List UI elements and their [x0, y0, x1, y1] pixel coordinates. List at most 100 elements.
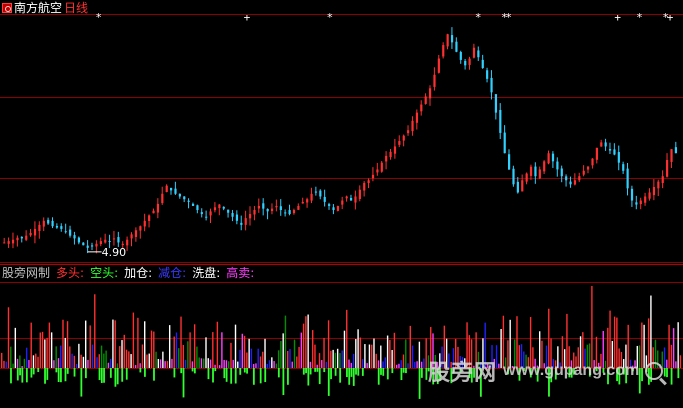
indicator-bar [663, 347, 666, 368]
indicator-bar [234, 324, 237, 368]
signal-star: + [667, 11, 674, 24]
indicator-bar-negative [420, 368, 423, 378]
indicator-bar-negative [386, 368, 389, 380]
indicator-bar-negative [418, 368, 421, 399]
indicator-bar [348, 359, 350, 368]
indicator-bar-negative [116, 368, 119, 385]
candle-body [11, 239, 15, 244]
candle-body [521, 180, 524, 192]
candle-body [99, 241, 102, 245]
indicator-legend: 股旁网制 多头: 空头: 加仓: 减仓: 洗盘: 高卖: [2, 266, 260, 280]
candle-body [600, 142, 603, 147]
candle-body [165, 185, 168, 192]
indicator-bar [248, 338, 250, 368]
candle-body [104, 239, 107, 243]
signal-star: * [327, 11, 334, 24]
indicator-bar [280, 341, 282, 368]
candle-body [161, 193, 164, 204]
candle-body [565, 176, 568, 181]
indicator-bar-negative [666, 368, 668, 378]
indicator-bar [69, 346, 71, 368]
indicator-bar [221, 332, 223, 368]
candle-body [130, 234, 133, 239]
candle-body [42, 220, 45, 227]
candle-body [569, 181, 572, 185]
indicator-bar [39, 332, 41, 368]
indicator-bar-negative [307, 368, 310, 386]
candle-body [503, 132, 506, 154]
indicator-bar-negative [66, 368, 69, 374]
stock-chart[interactable]: *+****+**+*** 4.90 [0, 0, 683, 408]
candle-body [90, 245, 94, 247]
indicator-bar [128, 351, 130, 368]
indicator-bar [391, 350, 393, 368]
candle-body [551, 153, 555, 162]
candle-body [319, 190, 322, 197]
app-logo-icon[interactable] [2, 3, 12, 13]
indicator-bar [423, 358, 425, 368]
low-price-marker: 4.90 [87, 246, 126, 259]
indicator-bar [7, 307, 10, 368]
indicator-bar [84, 320, 87, 368]
indicator-bar [302, 323, 305, 368]
candle-body [657, 181, 660, 189]
indicator-bar-negative [84, 368, 87, 379]
indicator-bar-negative [73, 368, 76, 377]
indicator-bar [75, 363, 78, 368]
indicator-bar [282, 333, 284, 368]
indicator-bar [311, 330, 314, 368]
indicator-bar-negative [259, 368, 262, 384]
indicator-bar [107, 362, 110, 368]
candle-body [20, 236, 23, 239]
candle-body [222, 206, 225, 209]
candle-body [33, 228, 37, 236]
candle-body [244, 218, 247, 225]
candle-body [209, 211, 212, 216]
candle-body [191, 203, 195, 206]
indicator-bar [16, 358, 19, 368]
indicator-bar-negative [314, 368, 317, 372]
indicator-bar [386, 335, 389, 368]
indicator-bar-negative [64, 368, 67, 382]
indicator-bar [1, 352, 3, 368]
indicator-bar-negative [348, 368, 351, 385]
legend-xipan: 洗盘: [192, 266, 221, 280]
candle-body [578, 176, 581, 181]
indicator-bar [150, 330, 153, 368]
indicator-bar-negative [234, 368, 237, 384]
candle-body [573, 180, 577, 185]
indicator-bar-negative [663, 368, 666, 377]
indicator-bar [318, 353, 321, 368]
indicator-bar [407, 363, 409, 368]
indicator-bar [355, 339, 357, 368]
indicator-bar-negative [109, 368, 112, 378]
indicator-bar [148, 353, 150, 368]
indicator-bar [314, 344, 316, 368]
candle-body [55, 225, 59, 228]
indicator-bar [153, 331, 155, 368]
candle-body [666, 159, 669, 177]
indicator-bar [10, 346, 12, 368]
candle-body [420, 104, 423, 112]
indicator-bar-negative [193, 368, 196, 374]
indicator-bar [291, 361, 293, 368]
candle-body [284, 212, 287, 214]
indicator-bar [307, 314, 309, 368]
indicator-bar [180, 316, 182, 368]
candle-body [472, 47, 476, 58]
candle-body [249, 214, 252, 219]
indicator-bar [341, 350, 343, 368]
indicator-bar [130, 354, 132, 368]
candle-body [674, 147, 678, 154]
indicator-bar [223, 359, 225, 368]
indicator-bar [207, 358, 209, 368]
candle-body [279, 206, 282, 210]
indicator-bar [384, 357, 387, 368]
indicator-bar-negative [334, 368, 337, 376]
candle-body [60, 226, 63, 229]
candle-body [143, 220, 146, 227]
candle-body [516, 181, 519, 193]
indicator-bar-negative [230, 368, 233, 384]
indicator-bar [21, 365, 23, 368]
legend-jiancang: 减仓: [158, 266, 187, 280]
